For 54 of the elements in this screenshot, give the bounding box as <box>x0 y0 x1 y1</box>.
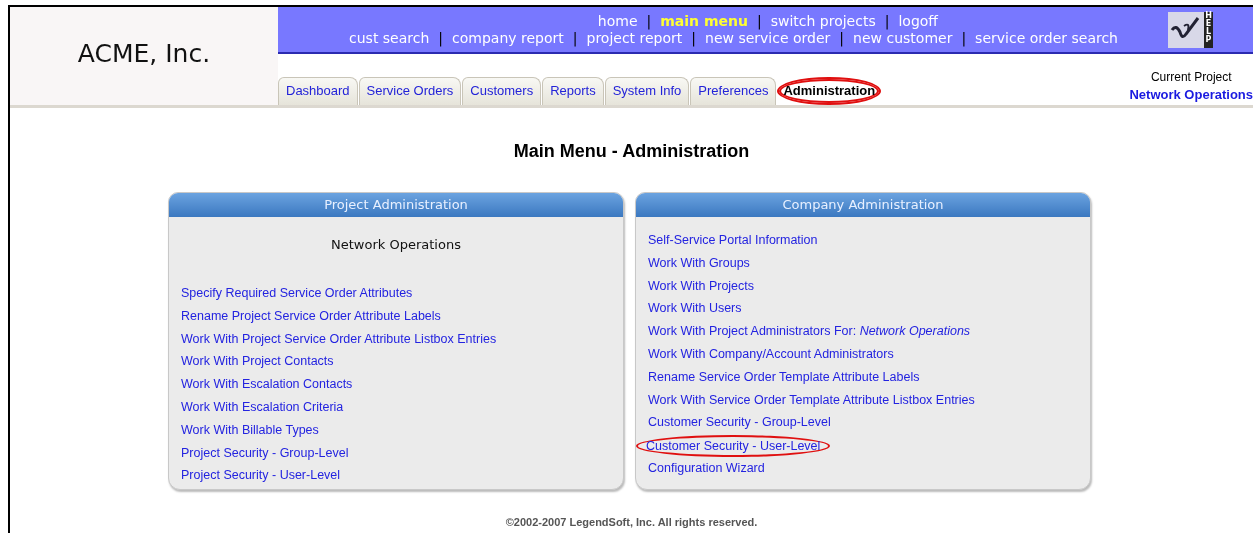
menu-link[interactable]: Rename Project Service Order Attribute Labels <box>179 304 443 328</box>
nav-link[interactable]: company report <box>452 29 564 47</box>
menu-link[interactable]: Specify Required Service Order Attributes <box>179 282 415 305</box>
page-title: Main Menu - Administration <box>512 141 751 162</box>
current-project-label: Current Project <box>1149 70 1233 84</box>
tab[interactable]: Reports <box>542 77 604 105</box>
menu-link[interactable]: Work With Project Contacts <box>179 350 336 374</box>
tab[interactable]: Customers <box>462 77 542 105</box>
separator: | <box>438 29 444 47</box>
menu-link[interactable]: Customer Security - Group-Level <box>646 411 833 435</box>
menu-link[interactable]: Configuration Wizard <box>646 457 767 480</box>
separator: | <box>646 12 652 30</box>
menu-link[interactable]: Rename Service Order Template Attribute Labels <box>646 365 922 389</box>
separator: | <box>572 29 578 47</box>
menu-link[interactable]: Project Security - User-Level <box>179 464 343 488</box>
menu-link[interactable]: Project Security - Group-Level <box>179 441 351 465</box>
menu-link[interactable]: Work With Groups <box>646 251 752 275</box>
nav-link[interactable]: new customer <box>853 29 953 47</box>
tab[interactable]: System Info <box>604 77 690 105</box>
menu-link[interactable]: Work With Project Administrators For: Network Operations <box>646 320 973 343</box>
menu-link[interactable]: Work With Users <box>646 297 744 321</box>
menu-link[interactable]: Work With Project Service Order Attribute Listbox Entries <box>179 327 499 351</box>
menu-link[interactable]: Work With Escalation Contacts <box>179 373 355 396</box>
panel-header: Project Administration <box>169 193 623 217</box>
menu-link[interactable]: Work With Billable Types <box>179 418 321 442</box>
separator: | <box>691 29 697 47</box>
tab[interactable]: Preferences <box>690 77 777 105</box>
panel-subtitle: Network Operations <box>331 237 461 252</box>
company-name: ACME, Inc. <box>77 38 211 70</box>
help-button[interactable]: HELP <box>1168 11 1213 48</box>
tab[interactable]: Administration <box>777 77 882 105</box>
menu-link[interactable]: Work With Company/Account Administrators <box>646 343 896 366</box>
separator: | <box>839 29 845 47</box>
nav-link[interactable]: service order search <box>975 29 1118 47</box>
nav-link[interactable]: switch projects <box>770 12 876 30</box>
separator: | <box>884 12 890 30</box>
separator: | <box>756 12 762 30</box>
menu-link[interactable]: Work With Projects <box>646 274 757 298</box>
menu-link[interactable]: Customer Security - User-Level <box>636 435 831 458</box>
nav-link[interactable]: cust search <box>349 29 430 47</box>
menu-link[interactable]: Work With Escalation Criteria <box>179 396 346 419</box>
copyright-text: ©2002-2007 LegendSoft, Inc. All rights reserved. <box>504 516 759 528</box>
help-label: HELP <box>1204 11 1213 48</box>
nav-link[interactable]: new service order <box>705 29 831 47</box>
nav-link[interactable]: home <box>597 12 638 30</box>
tab[interactable]: Service Orders <box>358 77 462 105</box>
nav-link[interactable]: project report <box>586 29 683 47</box>
menu-link[interactable]: Self-Service Portal Information <box>646 229 820 252</box>
panel-header: Company Administration <box>636 193 1090 217</box>
nav-link[interactable]: logoff <box>898 12 938 30</box>
separator: | <box>961 29 967 47</box>
tab[interactable]: Dashboard <box>278 77 358 105</box>
menu-link[interactable]: Work With Service Order Template Attribute Listbox Entries <box>646 388 977 412</box>
current-project-link[interactable]: Network Operations <box>1129 87 1253 102</box>
